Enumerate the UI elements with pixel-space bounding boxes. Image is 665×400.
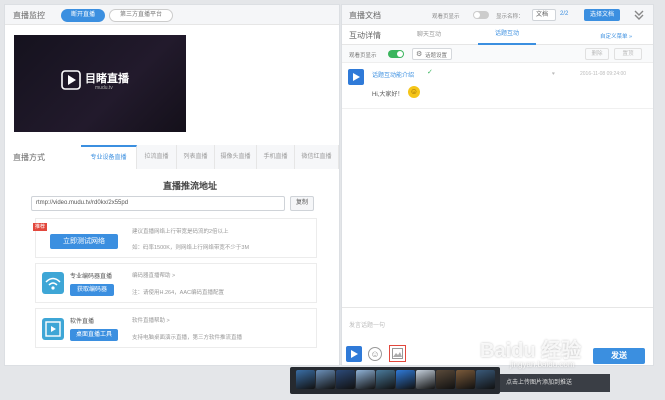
tab-chat[interactable]: 聊天互动 [400,25,458,45]
picker-thumbnail[interactable] [476,370,495,389]
topic-visibility-toggle[interactable] [388,50,404,58]
gear-icon: ⚙ [416,51,423,58]
watermark: Baidu 经验 jingyan.baidu.com [480,334,630,374]
live-monitor-header: 直播监控 断开直播 第三方直播平台 [5,5,339,25]
live-method-title: 直播方式 [13,153,45,162]
topic-message-item[interactable]: 话题互动能介绍 ✓ ♥ 2016-11-08 09:24:00 Hi,大家好！ … [342,63,653,109]
doc-toggle-label: 观看页显示 [432,14,460,20]
select-document-button[interactable]: 选择文档 [584,9,620,21]
like-icon[interactable]: ♥ [552,71,555,77]
delete-button[interactable]: 删除 [585,48,609,60]
chevron-double-down-icon[interactable] [632,8,646,22]
network-test-card: 推荐 立即测试网络 建议直播网络上行带宽是码流的2倍以上 如：码率1500K，则… [33,218,317,258]
image-upload-icon[interactable] [389,345,406,362]
emoji-picker-icon[interactable]: ☺ [368,347,382,361]
topic-settings-button[interactable]: ⚙ 话题设置 [412,48,452,60]
check-icon: ✓ [427,69,433,76]
interaction-header: 互动详情 聊天互动 话题互动 自定义菜单 » [342,25,653,45]
live-monitor-panel: 直播监控 断开直播 第三方直播平台 目睹直播 mudu.tv 直播方式 专业设备… [4,4,340,366]
video-logo-text: 目睹直播 [85,73,129,85]
display-name-input[interactable]: 文档 [532,9,556,21]
picker-thumbnail[interactable] [356,370,375,389]
play-avatar-icon[interactable] [346,346,362,362]
topic-toolbar: 观看页显示 ⚙ 话题设置 删除 置顶 [342,45,653,63]
picker-thumbnail[interactable] [376,370,395,389]
play-logo-icon [61,70,81,90]
recommend-badge: 推荐 [33,223,47,231]
card-note: 建议直播网络上行带宽是码流的2倍以上 [132,229,229,235]
live-monitor-title: 直播监控 [13,11,45,20]
doc-visibility-toggle[interactable] [473,11,489,19]
film-icon [42,318,64,340]
topic-title: 话题互动能介绍 [372,73,415,79]
topic-message-text: Hi,大家好！ [372,92,404,98]
mudu-logo: 目睹直播 mudu.tv [61,68,141,96]
push-url-title: 直播推流地址 [162,181,217,191]
document-header: 直播文档 观看页显示 显示名称： 文档 2/2 选择文档 [342,5,653,25]
picker-thumbnail[interactable] [416,370,435,389]
live-method-tabs: 专业设备直播 拉流直播 列表直播 摄像头直播 手机直播 微信红直播 [81,145,339,169]
wifi-encoder-icon [42,272,64,294]
desktop-live-tool-button[interactable]: 桌面直播工具 [70,329,118,341]
picker-tooltip: 点击上传图片添加到推送 [500,374,610,392]
software-help-link[interactable]: 软件直播帮助 > [132,316,170,324]
document-interaction-panel: 直播文档 观看页显示 显示名称： 文档 2/2 选择文档 互动详情 聊天互动 话… [341,4,654,366]
watermark-text: Baidu 经验 [480,340,582,362]
avatar [348,69,364,85]
tab-list-live[interactable]: 列表直播 [177,145,215,169]
tab-mobile-live[interactable]: 手机直播 [257,145,295,169]
topic-settings-label: 话题设置 [425,53,448,59]
picker-thumbnail[interactable] [396,370,415,389]
test-network-button[interactable]: 立即测试网络 [50,234,118,249]
custom-menu-link[interactable]: 自定义菜单 » [600,32,632,40]
get-encoder-button[interactable]: 获取编码器 [70,284,114,296]
picker-thumbnail[interactable] [336,370,355,389]
picker-thumbnail[interactable] [436,370,455,389]
copy-button[interactable]: 复制 [290,196,314,211]
card-heading: 专业编码器直播 [70,274,113,280]
encoder-live-card: 专业编码器直播 获取编码器 编码器直播帮助 > 注：请使用H.264，AAC编码… [35,263,317,303]
video-logo-subtext: mudu.tv [95,85,113,91]
software-live-card: 软件直播 桌面直播工具 软件直播帮助 > 支持电脑桌面演示直播，第三方软件推流直… [35,308,317,348]
tab-pull-stream[interactable]: 拉流直播 [137,145,177,169]
third-party-platform-button[interactable]: 第三方直播平台 [109,9,173,22]
disconnect-live-button[interactable]: 断开直播 [61,9,105,22]
topic-timestamp: 2016-11-08 09:24:00 [580,71,627,77]
picker-thumbnail[interactable] [316,370,335,389]
interaction-title: 互动详情 [349,31,381,40]
tab-camera-live[interactable]: 摄像头直播 [215,145,257,169]
push-url-input[interactable]: rtmp://video.mudu.tv/rd0kx/2x55pd [31,196,285,211]
tab-topic[interactable]: 话题互动 [478,25,536,45]
message-input[interactable]: 发言话题一句 [349,320,385,329]
image-picker-popup [290,367,500,394]
picker-thumbnail[interactable] [456,370,475,389]
card-heading: 软件直播 [70,319,95,325]
live-video-preview[interactable]: 目睹直播 mudu.tv [14,35,186,132]
card-note: 注：请使用H.264，AAC编码直播配置 [132,290,224,296]
document-title: 直播文档 [349,11,381,20]
tab-wechat-live[interactable]: 微信红直播 [295,145,339,169]
picker-thumbnail[interactable] [296,370,315,389]
card-note: 支持电脑桌面演示直播，第三方软件推流直播 [132,335,243,341]
smile-emoji-icon: ☺ [408,86,420,98]
display-name-label: 显示名称： [496,14,524,20]
pin-button[interactable]: 置顶 [614,48,642,60]
encoder-help-link[interactable]: 编码器直播帮助 > [132,271,175,279]
topic-toggle-label: 观看页显示 [349,53,377,59]
tab-professional-device[interactable]: 专业设备直播 [81,145,137,169]
page-indicator: 2/2 [560,11,569,17]
card-note: 如：码率1500K，则网络上行网络带宽不少于3M [132,245,250,251]
watermark-subtext: jingyan.baidu.com [510,360,575,369]
